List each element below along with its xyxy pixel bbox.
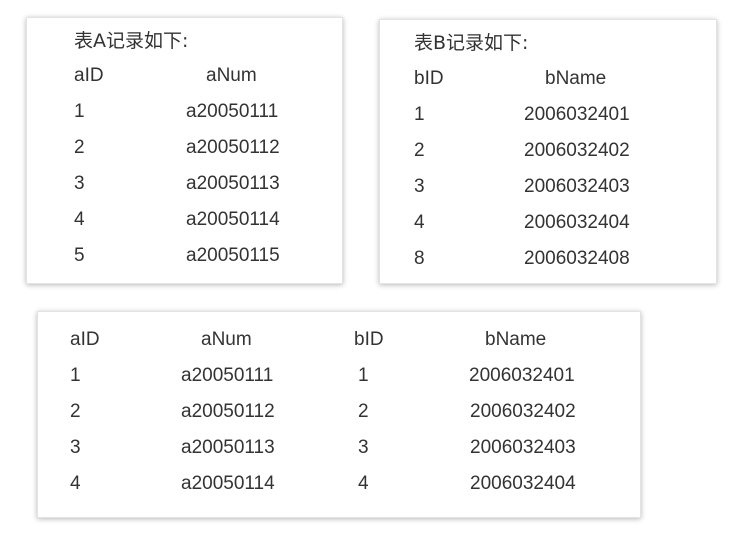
join-header-aid: aID xyxy=(70,329,100,350)
table-a-header-aid: aID xyxy=(74,65,104,86)
table-b-cell: 2006032402 xyxy=(524,140,630,161)
join-cell: 4 xyxy=(70,473,81,494)
table-a-cell: 2 xyxy=(74,137,85,158)
join-cell: 2006032402 xyxy=(470,401,576,422)
join-cell: 1 xyxy=(70,365,81,386)
join-cell: 2006032403 xyxy=(470,437,576,458)
join-result-card: aID aNum bID bName 1 a20050111 1 2006032… xyxy=(37,311,641,518)
table-b-cell: 1 xyxy=(414,104,425,125)
join-cell: a20050112 xyxy=(181,401,275,422)
table-b-header-bid: bID xyxy=(414,68,444,89)
table-a-cell: 4 xyxy=(74,209,85,230)
table-a-cell: a20050115 xyxy=(186,245,280,266)
table-b-cell: 2006032404 xyxy=(524,212,630,233)
join-cell: 3 xyxy=(70,437,81,458)
table-a-cell: 5 xyxy=(74,245,85,266)
table-b-cell: 2006032401 xyxy=(524,104,630,125)
table-a-cell: a20050112 xyxy=(186,137,280,158)
table-b-cell: 3 xyxy=(414,176,425,197)
table-b-title: 表B记录如下: xyxy=(414,32,529,54)
table-a-title: 表A记录如下: xyxy=(74,30,189,52)
join-header-bid: bID xyxy=(354,329,384,350)
join-header-anum: aNum xyxy=(201,329,252,350)
join-cell: a20050113 xyxy=(181,437,275,458)
table-a-cell: a20050114 xyxy=(186,209,280,230)
join-cell: 2006032404 xyxy=(470,473,576,494)
join-cell: a20050111 xyxy=(181,365,274,386)
table-b-cell: 2006032408 xyxy=(524,248,630,269)
join-cell: 2006032401 xyxy=(469,365,575,386)
table-a-card: 表A记录如下: aID aNum 1 a20050111 2 a20050112… xyxy=(26,17,343,284)
table-b-cell: 2 xyxy=(414,140,425,161)
join-cell: 2 xyxy=(358,401,369,422)
table-a-header-anum: aNum xyxy=(206,65,257,86)
table-a-cell: a20050113 xyxy=(186,173,280,194)
table-b-cell: 2006032403 xyxy=(524,176,630,197)
join-cell: 4 xyxy=(358,473,369,494)
join-header-bname: bName xyxy=(485,329,547,350)
table-b-cell: 4 xyxy=(414,212,425,233)
table-b-card: 表B记录如下: bID bName 1 2006032401 2 2006032… xyxy=(379,19,717,284)
join-cell: 2 xyxy=(70,401,81,422)
table-b-cell: 8 xyxy=(414,248,425,269)
table-b-header-bname: bName xyxy=(545,68,607,89)
join-cell: 1 xyxy=(358,365,369,386)
table-a-cell: a20050111 xyxy=(186,101,279,122)
join-cell: 3 xyxy=(358,437,369,458)
table-a-cell: 1 xyxy=(74,101,85,122)
table-a-cell: 3 xyxy=(74,173,85,194)
join-cell: a20050114 xyxy=(181,473,275,494)
